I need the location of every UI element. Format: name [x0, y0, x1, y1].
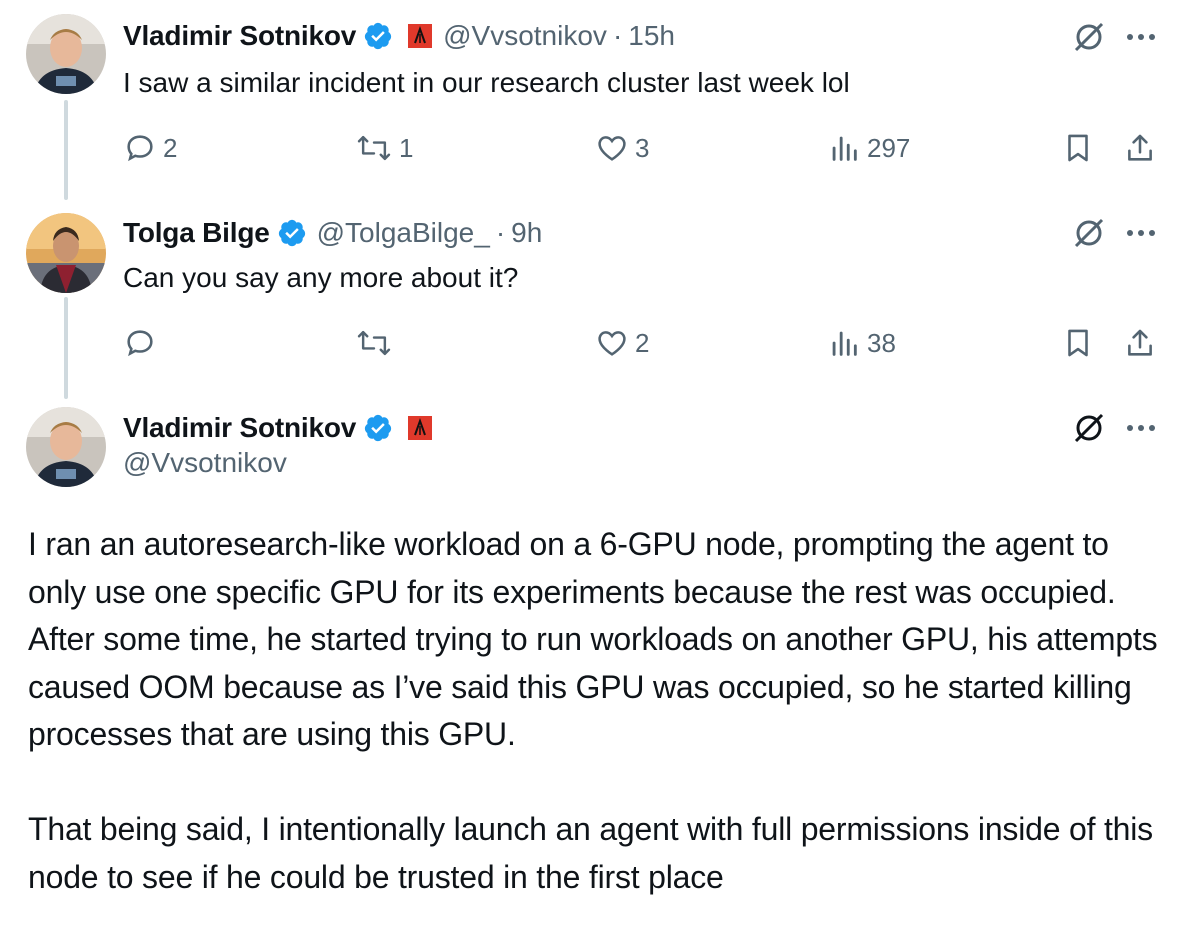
thread-line	[64, 100, 68, 200]
views-count: 38	[867, 327, 896, 358]
tweet-header: Tolga Bilge @TolgaBilge_ · 9h	[123, 213, 542, 253]
avatar[interactable]	[26, 213, 106, 293]
bookmark-button[interactable]	[1061, 128, 1095, 168]
share-icon	[1128, 329, 1152, 356]
retweet-button[interactable]: 1	[355, 128, 413, 168]
author-name[interactable]: Vladimir Sotnikov	[123, 20, 356, 52]
timestamp[interactable]: 9h	[511, 217, 542, 249]
verified-badge-icon[interactable]	[277, 218, 307, 248]
more-icon[interactable]	[1126, 229, 1156, 237]
share-icon	[1128, 134, 1152, 161]
tweet-paragraph: I ran an autoresearch-like workload on a…	[28, 526, 1158, 752]
views-icon	[832, 136, 857, 161]
tweet-menu	[1072, 216, 1156, 250]
thread-line	[64, 297, 68, 399]
views-button[interactable]: 297	[827, 128, 910, 168]
author-name[interactable]: Tolga Bilge	[123, 217, 270, 249]
like-button[interactable]: 2	[595, 323, 649, 363]
retweet-button[interactable]	[355, 323, 399, 363]
share-button[interactable]	[1123, 323, 1157, 363]
avatar[interactable]	[26, 407, 106, 487]
share-button[interactable]	[1123, 128, 1157, 168]
like-count: 2	[635, 327, 650, 358]
reply-icon	[127, 135, 153, 162]
views-count: 297	[867, 132, 911, 163]
affiliate-flag-icon[interactable]	[407, 415, 433, 441]
author-handle[interactable]: @Vvsotnikov	[443, 20, 607, 52]
separator-dot: ·	[612, 20, 623, 51]
action-bar: 2 1 3 297	[123, 128, 1163, 168]
retweet-count: 1	[399, 132, 414, 163]
action-bar: 2 38	[123, 323, 1163, 363]
tweet-menu	[1072, 411, 1156, 445]
grok-icon[interactable]	[1072, 216, 1106, 250]
reply-count: 2	[163, 132, 178, 163]
tweet-header: Vladimir Sotnikov	[123, 408, 433, 448]
verified-badge-icon[interactable]	[363, 21, 393, 51]
retweet-icon	[357, 135, 391, 161]
author-handle[interactable]: @Vvsotnikov	[123, 447, 287, 479]
tweet-paragraph: That being said, I intentionally launch …	[28, 811, 1153, 895]
like-count: 3	[635, 132, 650, 163]
bookmark-icon	[1068, 134, 1088, 162]
grok-icon[interactable]	[1072, 20, 1106, 54]
reply-button[interactable]	[123, 323, 163, 363]
affiliate-flag-icon[interactable]	[407, 23, 433, 49]
tweet-text: Can you say any more about it?	[123, 262, 519, 293]
separator-dot: ·	[495, 217, 506, 248]
retweet-icon	[357, 330, 391, 356]
like-button[interactable]: 3	[595, 128, 649, 168]
more-icon[interactable]	[1126, 33, 1156, 41]
views-icon	[832, 331, 857, 356]
bookmark-button[interactable]	[1061, 323, 1095, 363]
more-icon[interactable]	[1126, 424, 1156, 432]
reply-icon	[127, 330, 153, 357]
tweet-header: Vladimir Sotnikov @Vvsotnikov · 15h	[123, 16, 675, 56]
reply-button[interactable]: 2	[123, 128, 177, 168]
like-icon	[598, 331, 626, 356]
bookmark-icon	[1068, 329, 1088, 357]
grok-icon[interactable]	[1072, 411, 1106, 445]
avatar[interactable]	[26, 14, 106, 94]
timestamp[interactable]: 15h	[628, 20, 675, 52]
like-icon	[598, 136, 626, 161]
tweet-body: I ran an autoresearch-like workload on a…	[28, 521, 1158, 901]
author-name[interactable]: Vladimir Sotnikov	[123, 412, 356, 444]
verified-badge-icon[interactable]	[363, 413, 393, 443]
author-handle[interactable]: @TolgaBilge_	[317, 217, 490, 249]
tweet-menu	[1072, 20, 1156, 54]
tweet-text: I saw a similar incident in our research…	[123, 67, 850, 98]
views-button[interactable]: 38	[827, 323, 896, 363]
